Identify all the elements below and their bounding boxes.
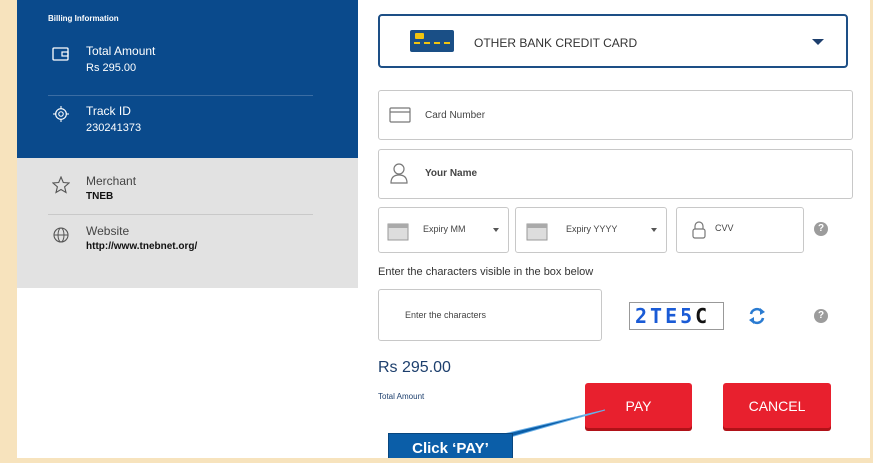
star-icon — [52, 176, 70, 194]
payment-page: Billing Information Total Amount Rs 295.… — [17, 0, 870, 463]
billing-heading: Billing Information — [48, 14, 119, 23]
total-amount-label: Total Amount — [86, 44, 156, 58]
captcha-text-last: C — [695, 304, 711, 328]
captcha-placeholder: Enter the characters — [405, 310, 487, 320]
website-label: Website — [86, 224, 130, 238]
chevron-down-icon — [493, 228, 499, 232]
target-icon — [53, 106, 69, 122]
bank-select-dropdown[interactable]: OTHER BANK CREDIT CARD — [378, 14, 848, 68]
chevron-down-icon — [651, 228, 657, 232]
captcha-instruction: Enter the characters visible in the box … — [378, 266, 594, 278]
merchant-value: TNEB — [86, 191, 114, 202]
card-icon — [389, 107, 411, 123]
billing-panel: Billing Information Total Amount Rs 295.… — [17, 0, 358, 158]
calendar-icon — [387, 223, 409, 241]
refresh-icon[interactable] — [747, 306, 767, 326]
credit-card-icon — [410, 30, 454, 52]
expiry-month-placeholder: Expiry MM — [423, 224, 466, 234]
website-value: http://www.tnebnet.org/ — [86, 241, 198, 252]
chevron-down-icon — [812, 39, 824, 45]
amount-value: Rs 295.00 — [378, 359, 451, 376]
card-number-placeholder: Card Number — [425, 110, 486, 121]
page-bottom-band — [0, 458, 873, 463]
track-id-value: 230241373 — [86, 122, 142, 134]
calendar-icon — [526, 223, 548, 241]
cancel-button[interactable]: CANCEL — [723, 383, 831, 428]
billing-divider — [48, 95, 313, 96]
cvv-placeholder: CVV — [715, 223, 734, 233]
total-amount-value: Rs 295.00 — [86, 62, 137, 74]
card-number-field[interactable]: Card Number — [378, 90, 853, 140]
cvv-field[interactable]: CVV — [676, 207, 804, 253]
expiry-year-placeholder: Expiry YYYY — [566, 224, 618, 234]
wallet-icon — [52, 47, 69, 61]
name-placeholder: Your Name — [425, 168, 478, 179]
expiry-month-select[interactable]: Expiry MM — [378, 207, 509, 253]
cvv-help-icon[interactable]: ? — [814, 222, 828, 236]
globe-icon — [53, 227, 69, 243]
expiry-year-select[interactable]: Expiry YYYY — [515, 207, 667, 253]
user-icon — [390, 163, 408, 184]
merchant-panel: Merchant TNEB Website http://www.tnebnet… — [17, 158, 358, 288]
captcha-input[interactable]: Enter the characters — [378, 289, 602, 341]
captcha-help-icon[interactable]: ? — [814, 309, 828, 323]
name-field[interactable]: Your Name — [378, 149, 853, 199]
track-id-label: Track ID — [86, 104, 131, 118]
bank-select-value: OTHER BANK CREDIT CARD — [474, 36, 638, 50]
lock-icon — [692, 221, 706, 239]
merchant-label: Merchant — [86, 174, 137, 188]
merchant-divider — [48, 214, 313, 215]
amount-label: Total Amount — [378, 392, 425, 401]
captcha-image: 2TE5C — [629, 302, 724, 330]
captcha-text: 2TE5 — [635, 304, 696, 328]
